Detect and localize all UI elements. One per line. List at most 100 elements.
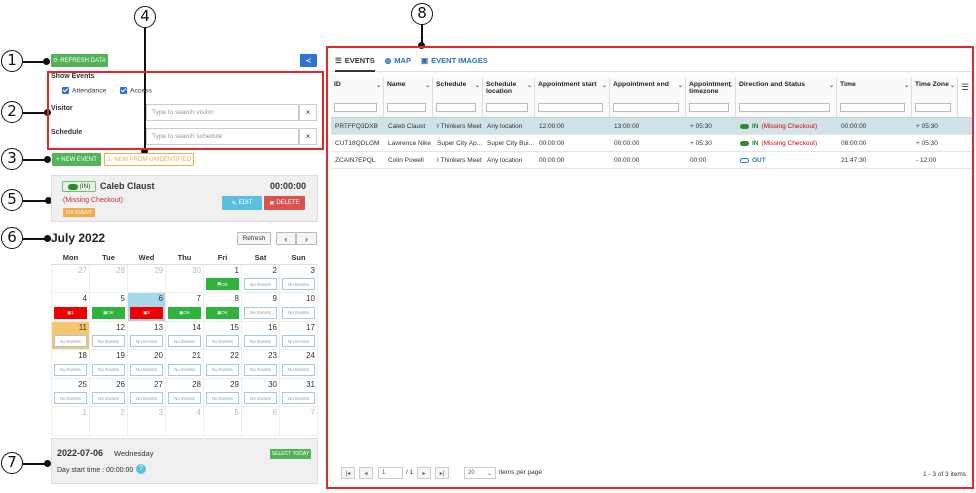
error-events-badge[interactable]: ▣ 1 xyxy=(54,306,87,319)
table-row[interactable]: ZCAIN7EPQL Colin Powell I Thinkers Meet Any… xyxy=(331,152,972,169)
no-events-badge[interactable]: No Events xyxy=(54,363,87,376)
column-header[interactable]: Direction and Status ⌄ xyxy=(736,77,837,117)
calendar-day-cell[interactable]: 7 ▣ OK xyxy=(165,292,204,322)
no-events-badge[interactable]: No Events xyxy=(244,278,277,290)
calendar-day-cell[interactable]: 22 No Events xyxy=(203,349,242,379)
column-menu-chevron-icon[interactable]: ⌄ xyxy=(678,82,683,89)
column-header[interactable]: Schedule ⌄ xyxy=(433,77,483,117)
pager-first-button[interactable]: |◂ xyxy=(341,467,355,479)
column-header[interactable]: Schedule location ⌄ xyxy=(483,77,535,117)
no-events-badge[interactable]: No Events xyxy=(244,363,277,376)
calendar-day-cell[interactable]: 23 No Events xyxy=(241,349,280,379)
delete-button[interactable]: ✖ DELETE xyxy=(264,196,305,210)
column-header[interactable]: Appointment end ⌄ xyxy=(610,77,686,117)
calendar-day-cell[interactable]: 4 ▣ 1 xyxy=(51,292,90,322)
no-events-badge[interactable]: No Events xyxy=(282,363,315,376)
column-menu-chevron-icon[interactable]: ⌄ xyxy=(602,82,607,89)
calendar-day-cell[interactable]: 4 xyxy=(165,406,204,436)
visitor-clear-button[interactable]: × xyxy=(299,104,317,121)
pager-prev-button[interactable]: ◂ xyxy=(359,467,373,479)
column-filter-input[interactable] xyxy=(334,103,377,112)
no-events-badge[interactable]: No Events xyxy=(244,392,277,404)
pager-next-button[interactable]: ▸ xyxy=(417,467,431,479)
column-filter-input[interactable] xyxy=(840,103,905,112)
calendar-day-cell[interactable]: 10 No Events xyxy=(279,292,318,322)
pager-page-input[interactable]: 1 xyxy=(378,467,403,479)
calendar-day-cell[interactable]: 27 No Events xyxy=(127,377,166,407)
column-menu-chevron-icon[interactable]: ⌄ xyxy=(728,82,733,89)
column-menu-chevron-icon[interactable]: ⌄ xyxy=(425,82,430,89)
ok-events-badge[interactable]: ▣ OK xyxy=(92,306,125,319)
calendar-day-cell[interactable]: 29 No Events xyxy=(203,377,242,407)
select-today-button[interactable]: SELECT TODAY xyxy=(270,449,311,459)
calendar-day-cell[interactable]: 1 xyxy=(51,406,90,436)
calendar-day-cell[interactable]: 15 No Events xyxy=(203,320,242,350)
no-events-badge[interactable]: No Events xyxy=(92,363,125,376)
calendar-prev-button[interactable]: ‹ xyxy=(276,232,296,245)
column-menu-icon[interactable]: ☰ xyxy=(961,82,969,93)
table-row[interactable]: CUT18QDLGM Lawrence Nike Super City Ap... S… xyxy=(331,135,972,152)
column-filter-input[interactable] xyxy=(689,103,729,112)
no-events-badge[interactable]: No Events xyxy=(168,335,201,347)
no-events-badge[interactable]: No Events xyxy=(244,306,277,319)
column-header[interactable]: Name ⌄ xyxy=(384,77,433,117)
calendar-day-cell[interactable]: 24 No Events xyxy=(279,349,318,379)
calendar-day-cell[interactable]: 27 xyxy=(51,263,90,293)
refresh-data-button[interactable]: ⟳ REFRESH DATA xyxy=(51,54,108,67)
column-menu-chevron-icon[interactable]: ⌄ xyxy=(376,82,381,89)
ok-events-badge[interactable]: ▣ OK xyxy=(168,306,201,319)
no-events-badge[interactable]: No Events xyxy=(282,335,315,347)
calendar-day-cell[interactable]: 7 xyxy=(279,406,318,436)
no-events-badge[interactable]: No Events xyxy=(92,335,125,347)
schedule-search-input[interactable]: Type to search schedule xyxy=(146,128,299,145)
calendar-day-cell[interactable]: 26 No Events xyxy=(89,377,128,407)
calendar-day-cell[interactable]: 1 ▣ OK xyxy=(203,263,242,293)
calendar-day-cell[interactable]: 21 No Events xyxy=(165,349,204,379)
ok-events-badge[interactable]: ▣ OK xyxy=(206,306,239,319)
calendar-day-cell[interactable]: 6 ▣ 2 xyxy=(127,292,166,322)
calendar-day-cell[interactable]: 11 No Events xyxy=(51,320,90,350)
column-filter-input[interactable] xyxy=(739,103,830,112)
calendar-day-cell[interactable]: 17 No Events xyxy=(279,320,318,350)
no-events-badge[interactable]: No Events xyxy=(130,392,163,404)
page-size-select[interactable]: 20 ⌄ xyxy=(464,467,496,479)
column-menu-chevron-icon[interactable]: ⌄ xyxy=(950,82,955,89)
no-events-badge[interactable]: No Events xyxy=(282,392,315,404)
calendar-day-cell[interactable]: 12 No Events xyxy=(89,320,128,350)
help-icon[interactable]: ? xyxy=(136,464,146,474)
calendar-next-button[interactable]: › xyxy=(296,232,317,245)
calendar-day-cell[interactable]: 20 No Events xyxy=(127,349,166,379)
calendar-day-cell[interactable]: 16 No Events xyxy=(241,320,280,350)
column-menu-chevron-icon[interactable]: ⌄ xyxy=(829,82,834,89)
schedule-clear-button[interactable]: × xyxy=(299,128,317,145)
visitor-search-input[interactable]: Type to search visitor xyxy=(146,104,299,121)
edit-button[interactable]: ✎ EDIT xyxy=(222,196,262,210)
column-header[interactable]: Time Zone ⌄ xyxy=(912,77,958,117)
share-button[interactable]: ≺ xyxy=(300,54,317,67)
no-events-badge[interactable]: No Events xyxy=(282,278,315,290)
calendar-day-cell[interactable]: 30 xyxy=(165,263,204,293)
calendar-day-cell[interactable]: 2 No Events xyxy=(241,263,280,293)
column-filter-input[interactable] xyxy=(387,103,426,112)
calendar-day-cell[interactable]: 30 No Events xyxy=(241,377,280,407)
calendar-day-cell[interactable]: 14 No Events xyxy=(165,320,204,350)
calendar-day-cell[interactable]: 9 No Events xyxy=(241,292,280,322)
column-menu-chevron-icon[interactable]: ⌄ xyxy=(527,82,532,89)
column-menu-chevron-icon[interactable]: ⌄ xyxy=(904,82,909,89)
no-events-badge[interactable]: No Events xyxy=(130,363,163,376)
calendar-day-cell[interactable]: 19 No Events xyxy=(89,349,128,379)
new-event-button[interactable]: + NEW EVENT xyxy=(52,153,101,166)
column-filter-input[interactable] xyxy=(436,103,476,112)
no-events-badge[interactable]: No Events xyxy=(206,392,239,404)
calendar-day-cell[interactable]: 3 No Events xyxy=(279,263,318,293)
no-events-badge[interactable]: No Events xyxy=(168,392,201,404)
calendar-day-cell[interactable]: 29 xyxy=(127,263,166,293)
column-header[interactable]: ID ⌄ xyxy=(331,77,384,117)
column-filter-input[interactable] xyxy=(613,103,679,112)
ok-events-badge[interactable]: ▣ OK xyxy=(206,278,239,290)
tab-map[interactable]: ◍ MAP xyxy=(385,56,411,65)
calendar-day-cell[interactable]: 28 xyxy=(89,263,128,293)
calendar-day-cell[interactable]: 18 No Events xyxy=(51,349,90,379)
calendar-day-cell[interactable]: 31 No Events xyxy=(279,377,318,407)
no-events-badge[interactable]: No Events xyxy=(168,363,201,376)
